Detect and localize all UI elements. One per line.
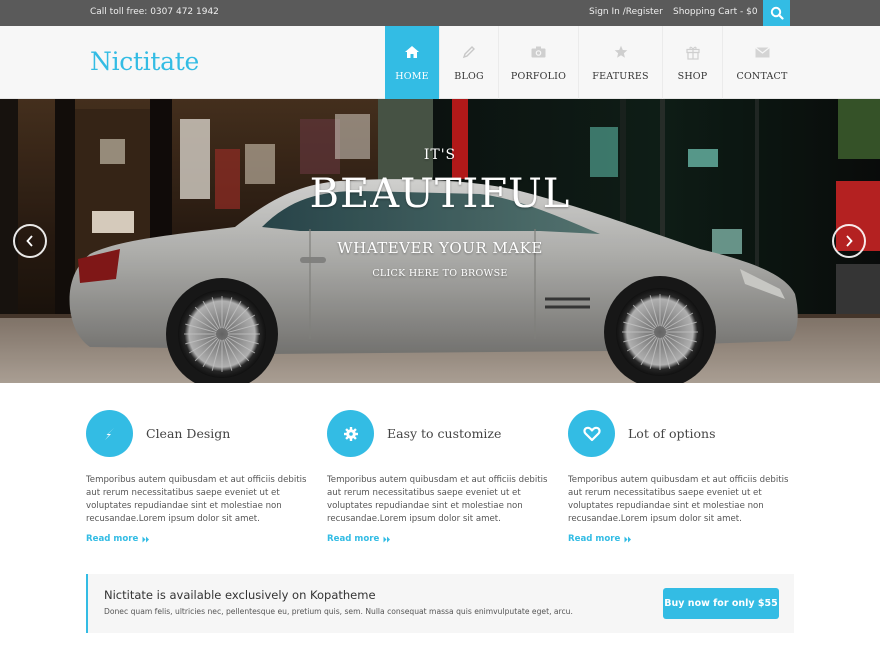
gift-icon	[685, 44, 700, 60]
feature-title: Clean Design	[146, 426, 231, 441]
nav-item-blog[interactable]: BLOG	[440, 26, 499, 99]
camera-icon	[531, 44, 546, 60]
buy-now-button[interactable]: Buy now for only $55	[663, 588, 779, 619]
feature-icon-circle	[568, 410, 615, 457]
main-nav: HOME BLOG PORFOLIO FEATURES SHOP CONTACT	[385, 26, 801, 99]
shopping-cart-link[interactable]: Shopping Cart - $0	[673, 7, 758, 17]
lightning-icon	[104, 427, 114, 440]
nav-item-portfolio[interactable]: PORFOLIO	[499, 26, 579, 99]
heart-icon	[582, 426, 601, 441]
read-more-link[interactable]: Read more	[327, 534, 391, 544]
read-more-label: Read more	[327, 534, 380, 544]
feature-description: Temporibus autem quibusdam et aut offici…	[86, 475, 307, 524]
hero-browse-link[interactable]: CLICK HERE TO BROWSE	[0, 268, 880, 279]
site-header: Nictitate HOME BLOG PORFOLIO FEATURES SH…	[0, 26, 880, 99]
pencil-icon	[462, 44, 476, 60]
chevron-right-icon	[846, 235, 853, 247]
phone-number: Call toll free: 0307 472 1942	[90, 7, 219, 17]
hero-subheadline: WHATEVER YOUR MAKE	[337, 239, 543, 257]
nav-item-contact[interactable]: CONTACT	[723, 26, 801, 99]
nav-label: HOME	[395, 71, 429, 82]
envelope-icon	[754, 44, 770, 60]
read-more-link[interactable]: Read more	[86, 534, 150, 544]
nav-item-home[interactable]: HOME	[385, 26, 440, 99]
nav-label: SHOP	[677, 71, 708, 82]
star-icon	[614, 44, 628, 60]
slider-prev-button[interactable]	[13, 224, 47, 258]
chevron-left-icon	[26, 235, 33, 247]
feature-title: Lot of options	[628, 426, 716, 441]
nav-item-shop[interactable]: SHOP	[663, 26, 723, 99]
search-button[interactable]	[763, 0, 790, 26]
nav-label: CONTACT	[736, 71, 788, 82]
sign-in-register-link[interactable]: Sign In /Register	[589, 7, 663, 17]
nav-item-features[interactable]: FEATURES	[579, 26, 663, 99]
gear-icon	[343, 426, 358, 441]
callout-title: Nictitate is available exclusively on Ko…	[104, 588, 376, 602]
nav-label: BLOG	[454, 71, 484, 82]
feature-title: Easy to customize	[387, 426, 502, 441]
feature-icon-circle	[86, 410, 133, 457]
home-icon	[404, 44, 420, 60]
slider-next-button[interactable]	[832, 224, 866, 258]
nav-label: FEATURES	[592, 71, 649, 82]
read-more-label: Read more	[86, 534, 139, 544]
feature-description: Temporibus autem quibusdam et aut offici…	[327, 475, 548, 524]
feature-description: Temporibus autem quibusdam et aut offici…	[568, 475, 789, 524]
feature-icon-circle	[327, 410, 374, 457]
hero-headline: BEAUTIFUL	[309, 171, 571, 217]
search-icon	[770, 6, 784, 20]
hero-line-1: IT'S	[423, 147, 457, 163]
promo-callout: Nictitate is available exclusively on Ko…	[86, 574, 794, 633]
hero-slider: IT'S BEAUTIFUL WHATEVER YOUR MAKE CLICK …	[0, 99, 880, 383]
double-chevron-right-icon	[383, 536, 391, 542]
double-chevron-right-icon	[142, 536, 150, 542]
callout-text: Donec quam felis, ultricies nec, pellent…	[104, 607, 573, 616]
double-chevron-right-icon	[624, 536, 632, 542]
site-logo[interactable]: Nictitate	[90, 47, 199, 76]
top-bar: Call toll free: 0307 472 1942 Sign In /R…	[0, 0, 880, 26]
read-more-link[interactable]: Read more	[568, 534, 632, 544]
nav-label: PORFOLIO	[510, 71, 567, 82]
read-more-label: Read more	[568, 534, 621, 544]
